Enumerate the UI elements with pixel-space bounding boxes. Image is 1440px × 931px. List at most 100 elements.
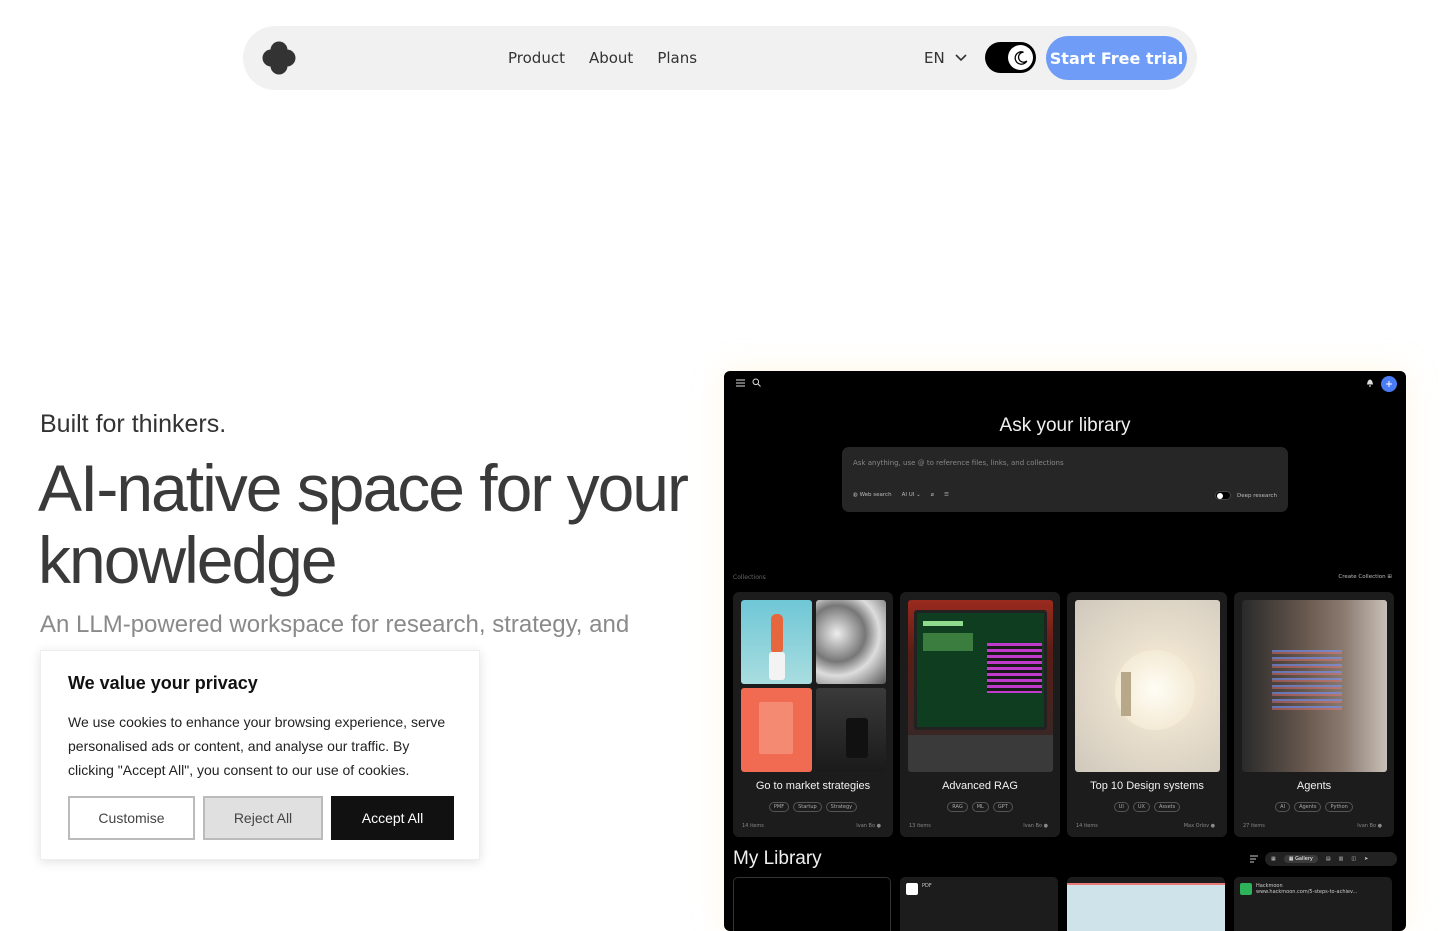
collection-card: Advanced RAG RAG ML GPT 13 items Ivan Bo… <box>900 592 1060 837</box>
card-tags: UI UX Assets <box>1067 802 1227 812</box>
book-image <box>741 688 812 772</box>
nav-plans[interactable]: Plans <box>657 49 697 67</box>
cookie-body: We use cookies to enhance your browsing … <box>68 714 446 778</box>
tag: PMF <box>768 802 790 812</box>
tag: Strategy <box>825 802 858 812</box>
card-count: 14 items <box>742 823 764 829</box>
tag: Assets <box>1153 802 1181 812</box>
cookie-banner: We value your privacy We use cookies to … <box>40 650 480 860</box>
card-owner: Ivan Bo ● <box>1357 823 1382 829</box>
chevron-down-icon: ⌄ <box>916 492 921 498</box>
tag: ML <box>971 802 989 812</box>
mic-icon: ● <box>876 823 881 829</box>
tag: GPT <box>992 802 1013 812</box>
nav-links: Product About Plans <box>508 26 697 90</box>
search-icon <box>752 378 761 387</box>
collections-label: Collections <box>733 574 766 581</box>
lamp-image <box>1075 600 1220 772</box>
top-nav: Product About Plans EN Start Free trial <box>243 26 1197 90</box>
nav-product[interactable]: Product <box>508 49 565 67</box>
avatar: ● <box>1210 823 1215 829</box>
hero-subtitle: An LLM-powered workspace for research, s… <box>40 611 630 638</box>
hero-kicker: Built for thinkers. <box>40 410 227 438</box>
card-count: 13 items <box>909 823 931 829</box>
mini-toggle <box>1214 491 1231 500</box>
fabric-image <box>816 600 886 684</box>
web-search-tool: ◍ Web search <box>853 492 892 498</box>
tag: UI <box>1113 802 1129 812</box>
list-view-icon: ▦ <box>1271 856 1276 862</box>
library-item <box>1067 877 1225 931</box>
card-title: Agents <box>1296 780 1332 792</box>
tag: Agents <box>1294 802 1322 812</box>
card-tags: AI Agents Python <box>1234 802 1394 812</box>
card-count: 14 items <box>1076 823 1098 829</box>
card-owner: Ivan Bo ● <box>856 823 881 829</box>
bell-icon <box>1367 379 1373 387</box>
ask-title: Ask your library <box>999 415 1131 436</box>
accept-all-button[interactable]: Accept All <box>331 796 454 840</box>
menu-icon <box>736 379 745 387</box>
hero-title: AI-native space for your knowledge <box>38 451 689 597</box>
file-icon <box>906 883 918 895</box>
library-item-title: Hackmoon www.hackmoon.com/5-steps-to-achi… <box>1256 883 1358 895</box>
card-title: Advanced RAG <box>942 780 1018 792</box>
card-collage <box>741 600 886 772</box>
card-tags: RAG ML GPT <box>900 802 1060 812</box>
collection-card: Go to market strategies PMF Startup Stra… <box>733 592 893 837</box>
chevron-down-icon <box>955 54 967 62</box>
filter-icon: ☰ <box>944 492 949 498</box>
toggle-knob <box>1008 45 1033 70</box>
table-view-icon: ▥ <box>1338 856 1344 862</box>
coffee-image <box>816 688 886 772</box>
collection-card: Top 10 Design systems UI UX Assets 14 it… <box>1067 592 1227 837</box>
mic-icon: ● <box>1043 823 1048 829</box>
moon-icon <box>1014 50 1027 65</box>
model-select: AI UI ⌄ <box>901 492 921 498</box>
face-image <box>1242 600 1387 772</box>
tag: UX <box>1132 802 1150 812</box>
library-item: Hackmoon www.hackmoon.com/5-steps-to-achi… <box>1234 877 1392 931</box>
tag: AI <box>1275 802 1291 812</box>
tag: Python <box>1325 802 1353 812</box>
card-title: Top 10 Design systems <box>1090 780 1204 792</box>
library-item: PDF <box>900 877 1058 931</box>
my-library-title: My Library <box>733 848 822 869</box>
reject-all-button[interactable]: Reject All <box>203 796 323 840</box>
cookie-buttons: Customise Reject All Accept All <box>68 796 454 840</box>
theme-toggle[interactable] <box>985 42 1036 73</box>
nav-about[interactable]: About <box>589 49 633 67</box>
app-topbar <box>724 371 1406 395</box>
card-count: 27 items <box>1243 823 1265 829</box>
language-selector[interactable]: EN <box>924 26 967 90</box>
add-button <box>1381 376 1397 392</box>
deep-research-toggle: Deep research <box>1214 491 1277 500</box>
tag: RAG <box>947 802 968 812</box>
tag: Startup <box>793 802 822 812</box>
send-icon: ➤ <box>1364 856 1369 862</box>
split-view-icon: ◫ <box>1351 856 1357 862</box>
card-title: Go to market strategies <box>755 780 871 792</box>
customise-button[interactable]: Customise <box>68 796 195 840</box>
collection-card: Agents AI Agents Python 27 items Ivan Bo… <box>1234 592 1394 837</box>
logo-icon[interactable] <box>261 40 297 76</box>
link-icon <box>1240 883 1252 895</box>
golfer-image <box>741 600 812 684</box>
start-trial-button[interactable]: Start Free trial <box>1046 36 1187 80</box>
collection-cards: Go to market strategies PMF Startup Stra… <box>733 592 1394 837</box>
language-label: EN <box>924 49 945 67</box>
ask-placeholder: Ask anything, use @ to reference files, … <box>853 459 1064 467</box>
card-tags: PMF Startup Strategy <box>733 802 893 812</box>
app-preview: Ask your library Ask anything, use @ to … <box>724 371 1406 931</box>
mic-icon: ● <box>1377 823 1382 829</box>
library-item <box>733 877 891 931</box>
gallery-view: ▦ Gallery <box>1283 855 1318 863</box>
globe-icon: ◍ <box>853 492 858 498</box>
board-view-icon: ▤ <box>1325 856 1331 862</box>
laptop-image <box>908 600 1053 772</box>
plus-square-icon: ⊞ <box>1387 574 1392 580</box>
cookie-title: We value your privacy <box>68 673 258 693</box>
attach-icon: ⌀ <box>930 492 935 498</box>
sort-icon <box>1250 855 1258 863</box>
ask-tools: ◍ Web search AI UI ⌄ ⌀ ☰ <box>853 492 949 498</box>
